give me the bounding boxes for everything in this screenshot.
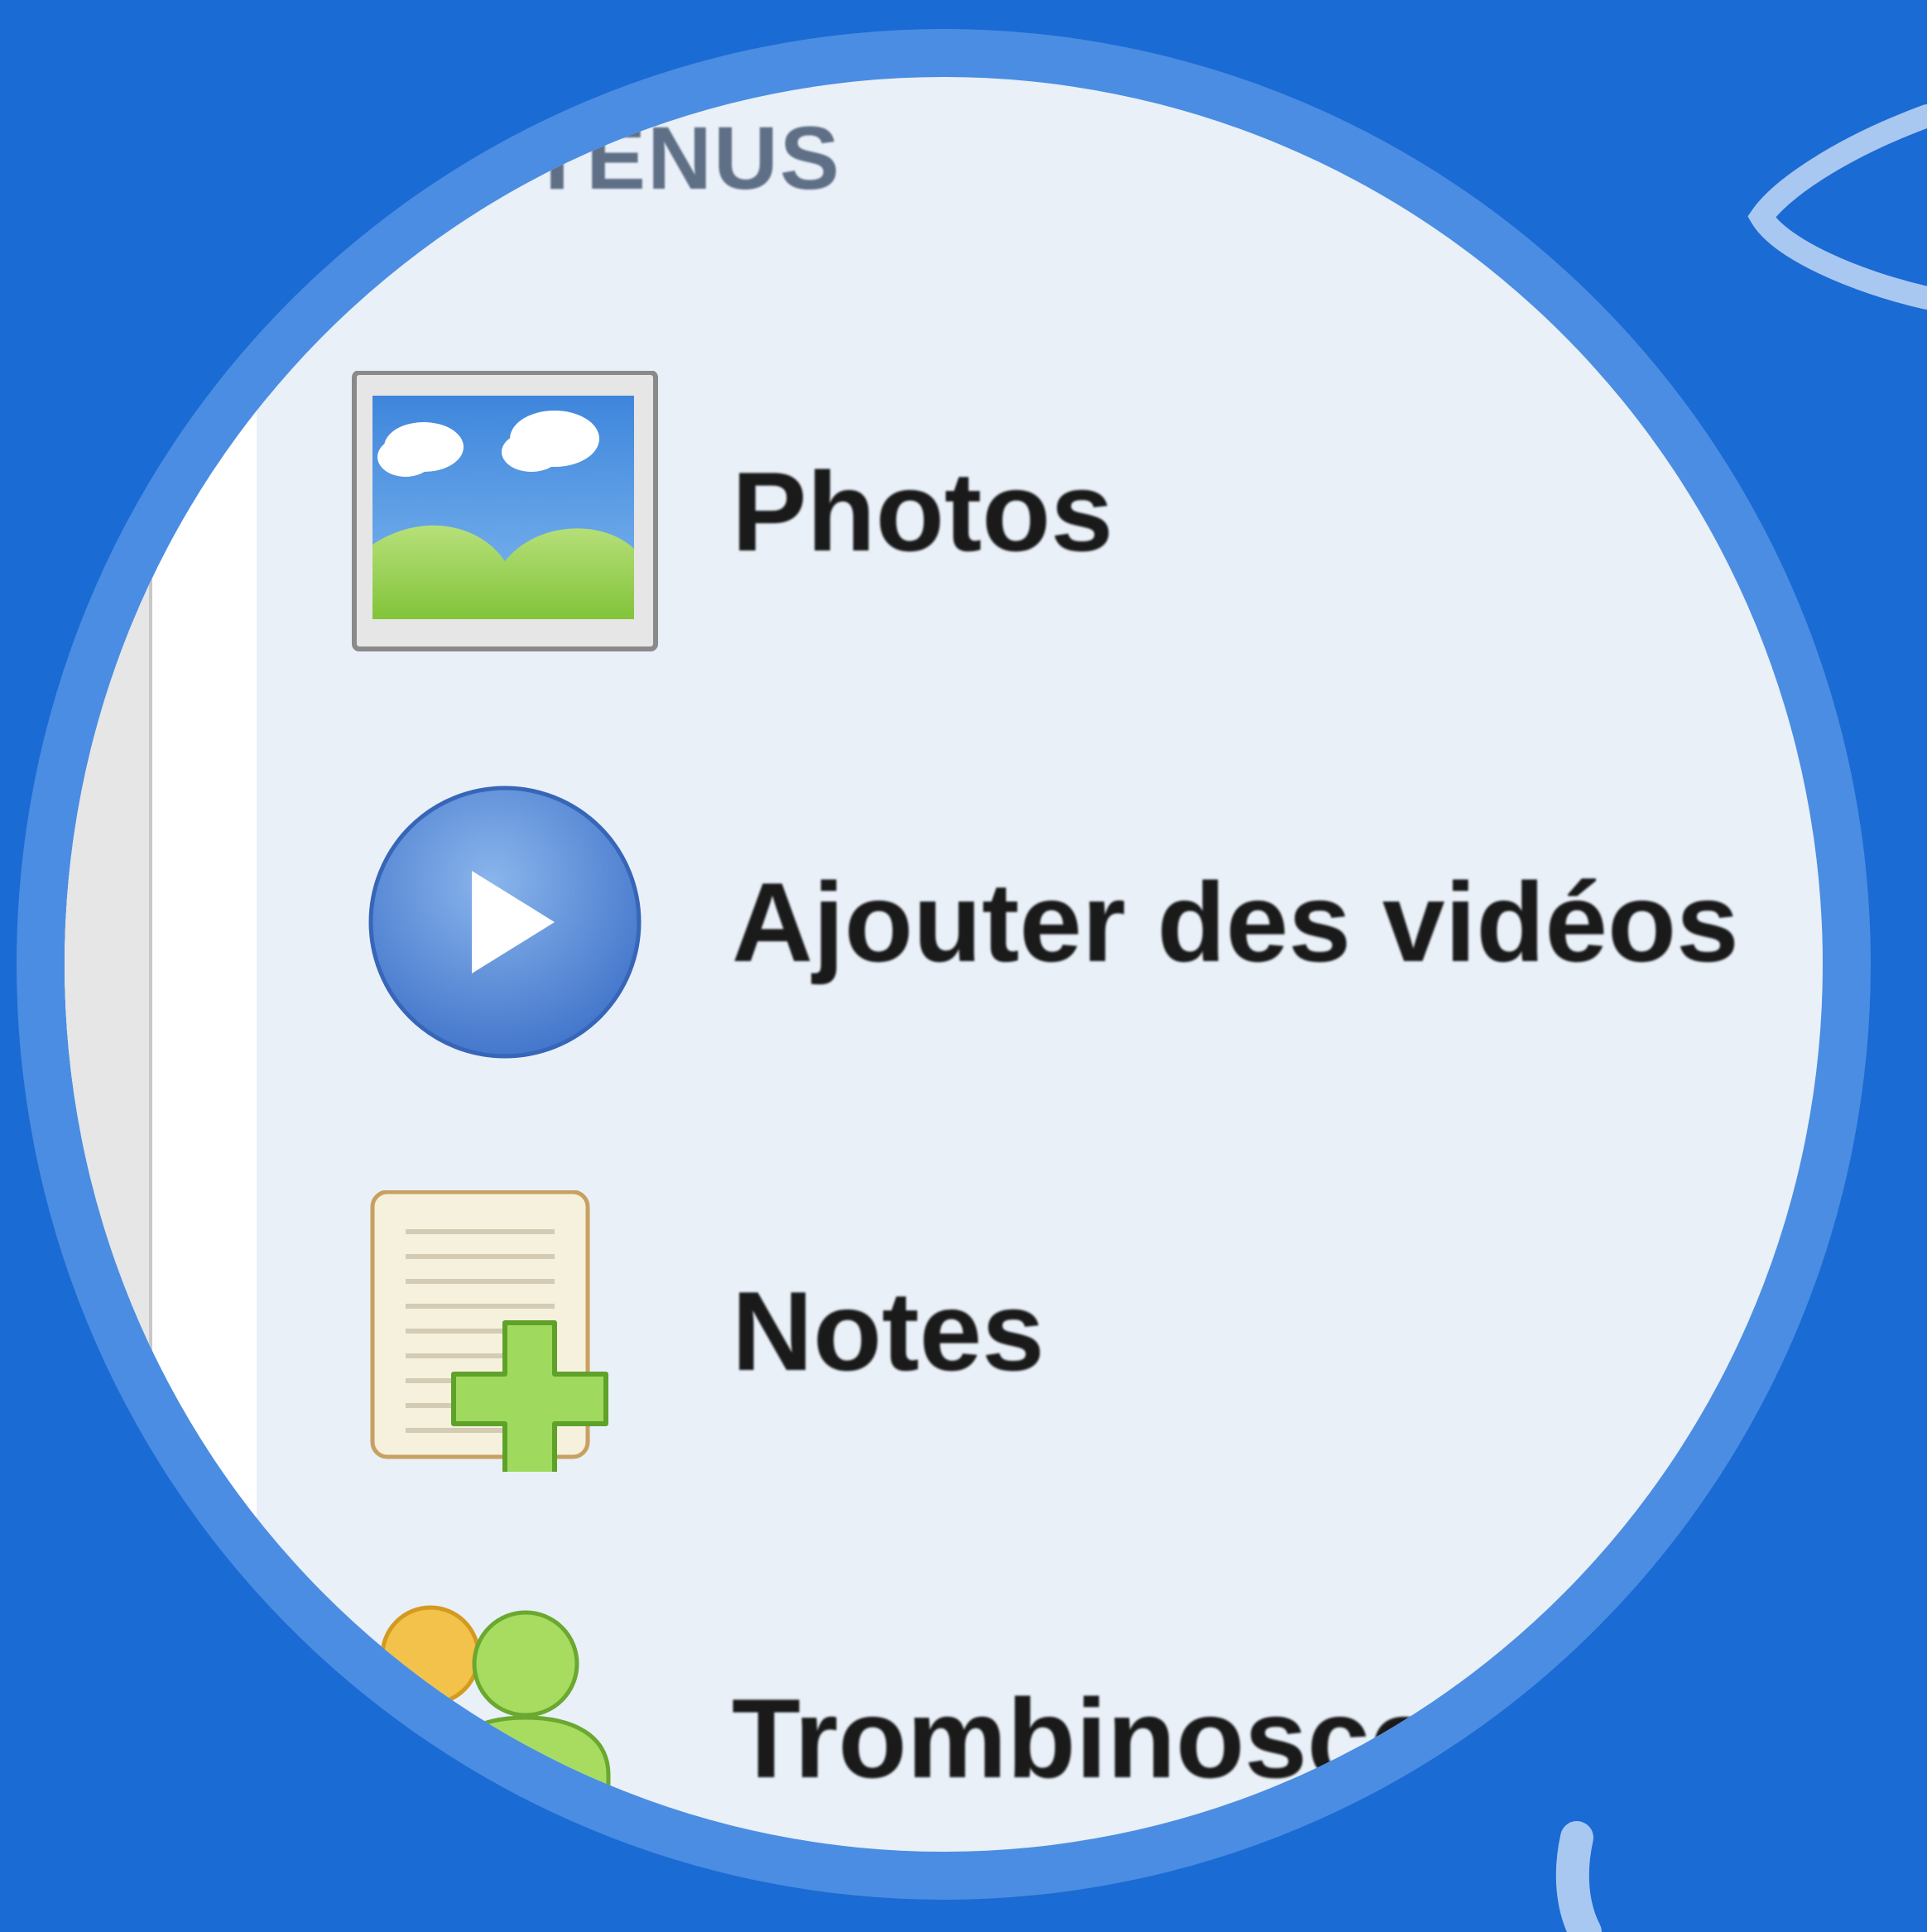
photo-icon — [348, 371, 695, 652]
sidebar-item-label: Notes — [732, 1268, 1045, 1394]
sidebar-item-label: Ajouter des vidéos — [732, 859, 1739, 985]
sidebar-panel: TENUS Photos Ajouter des vidéos Notes Tr… — [65, 77, 1823, 1852]
section-title: TENUS — [530, 108, 842, 208]
add-note-icon — [348, 1190, 695, 1472]
sidebar-item-videos[interactable]: Ajouter des vidéos — [348, 781, 1823, 1063]
magnifier-ring: TENUS Photos Ajouter des vidéos Notes Tr… — [17, 29, 1871, 1900]
sidebar-item-photos[interactable]: Photos — [348, 371, 1823, 652]
sidebar-item-notes[interactable]: Notes — [348, 1190, 1823, 1472]
sidebar-divider — [65, 579, 152, 1407]
sidebar-item-trombinoscope[interactable]: Trombinoscop — [348, 1598, 1823, 1852]
people-icon — [348, 1598, 695, 1852]
play-video-icon — [348, 781, 695, 1063]
magnifier-lens: TENUS Photos Ajouter des vidéos Notes Tr… — [65, 77, 1823, 1852]
sidebar-item-label: Photos — [732, 449, 1113, 574]
sidebar-item-label: Trombinoscop — [732, 1675, 1507, 1801]
